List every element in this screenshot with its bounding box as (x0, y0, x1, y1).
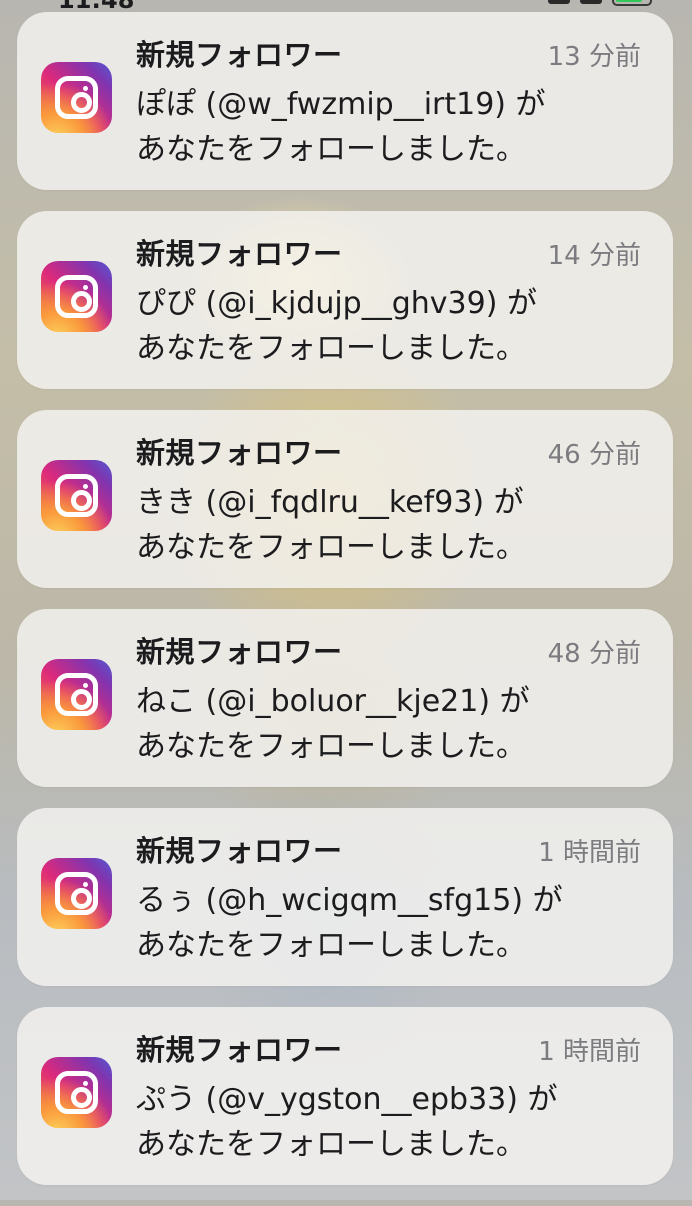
notification-body: るぅ (@h_wcigqm__sfg15) が あなたをフォローしました。 (136, 878, 656, 968)
wifi-icon (580, 0, 602, 4)
notification-body: ぴぴ (@i_kjdujp__ghv39) が あなたをフォローしました。 (136, 281, 656, 371)
notification-list: 新規フォロワー 13 分前 ぽぽ (@w_fwzmip__irt19) が あな… (17, 12, 673, 1206)
notification-title: 新規フォロワー (136, 237, 343, 271)
notification-line-2: あなたをフォローしました。 (136, 729, 526, 764)
instagram-icon (41, 858, 112, 929)
notification-line-2: あなたをフォローしました。 (136, 132, 526, 167)
notification-line-2: あなたをフォローしました。 (136, 530, 526, 565)
notification-line-1: ねこ (@i_boluor__kje21) が (136, 684, 530, 719)
instagram-icon (41, 460, 112, 531)
battery-level (616, 0, 642, 2)
signal-icon (548, 0, 570, 4)
notification-body: きき (@i_fqdlru__kef93) が あなたをフォローしました。 (136, 480, 656, 570)
notification-card[interactable]: 新規フォロワー 1 時間前 ぷう (@v_ygston__epb33) が あな… (17, 1007, 673, 1185)
instagram-icon (41, 261, 112, 332)
notification-line-2: あなたをフォローしました。 (136, 1127, 526, 1162)
notification-time: 1 時間前 (538, 1037, 641, 1067)
notification-line-1: きき (@i_fqdlru__kef93) が (136, 485, 524, 520)
status-time: 11:48 (58, 0, 135, 14)
notification-body: ぷう (@v_ygston__epb33) が あなたをフォローしました。 (136, 1077, 656, 1167)
instagram-icon (41, 659, 112, 730)
notification-card[interactable]: 新規フォロワー 14 分前 ぴぴ (@i_kjdujp__ghv39) が あな… (17, 211, 673, 389)
notification-time: 14 分前 (547, 241, 641, 271)
notification-title: 新規フォロワー (136, 635, 343, 669)
notification-title: 新規フォロワー (136, 38, 343, 72)
notification-line-2: あなたをフォローしました。 (136, 331, 526, 366)
notification-time: 48 分前 (547, 639, 641, 669)
notification-card[interactable]: 新規フォロワー 46 分前 きき (@i_fqdlru__kef93) が あな… (17, 410, 673, 588)
notification-time: 13 分前 (547, 42, 641, 72)
notification-card[interactable]: 新規フォロワー 1 時間前 るぅ (@h_wcigqm__sfg15) が あな… (17, 808, 673, 986)
notification-line-1: ぷう (@v_ygston__epb33) が (136, 1082, 558, 1117)
notification-line-1: るぅ (@h_wcigqm__sfg15) が (136, 883, 563, 918)
notification-time: 46 分前 (547, 440, 641, 470)
notification-title: 新規フォロワー (136, 834, 343, 868)
notification-line-1: ぽぽ (@w_fwzmip__irt19) が (136, 87, 546, 122)
instagram-icon (41, 1057, 112, 1128)
notification-line-1: ぴぴ (@i_kjdujp__ghv39) が (136, 286, 537, 321)
notification-title: 新規フォロワー (136, 436, 343, 470)
notification-body: ねこ (@i_boluor__kje21) が あなたをフォローしました。 (136, 679, 656, 769)
status-bar: 11:48 (0, 0, 692, 14)
notification-body: ぽぽ (@w_fwzmip__irt19) が あなたをフォローしました。 (136, 82, 656, 172)
notification-title: 新規フォロワー (136, 1033, 343, 1067)
notification-line-2: あなたをフォローしました。 (136, 928, 526, 963)
notification-time: 1 時間前 (538, 838, 641, 868)
battery-icon (612, 0, 652, 6)
notification-card[interactable]: 新規フォロワー 13 分前 ぽぽ (@w_fwzmip__irt19) が あな… (17, 12, 673, 190)
instagram-icon (41, 62, 112, 133)
status-icons (548, 0, 652, 8)
notification-card[interactable]: 新規フォロワー 48 分前 ねこ (@i_boluor__kje21) が あな… (17, 609, 673, 787)
